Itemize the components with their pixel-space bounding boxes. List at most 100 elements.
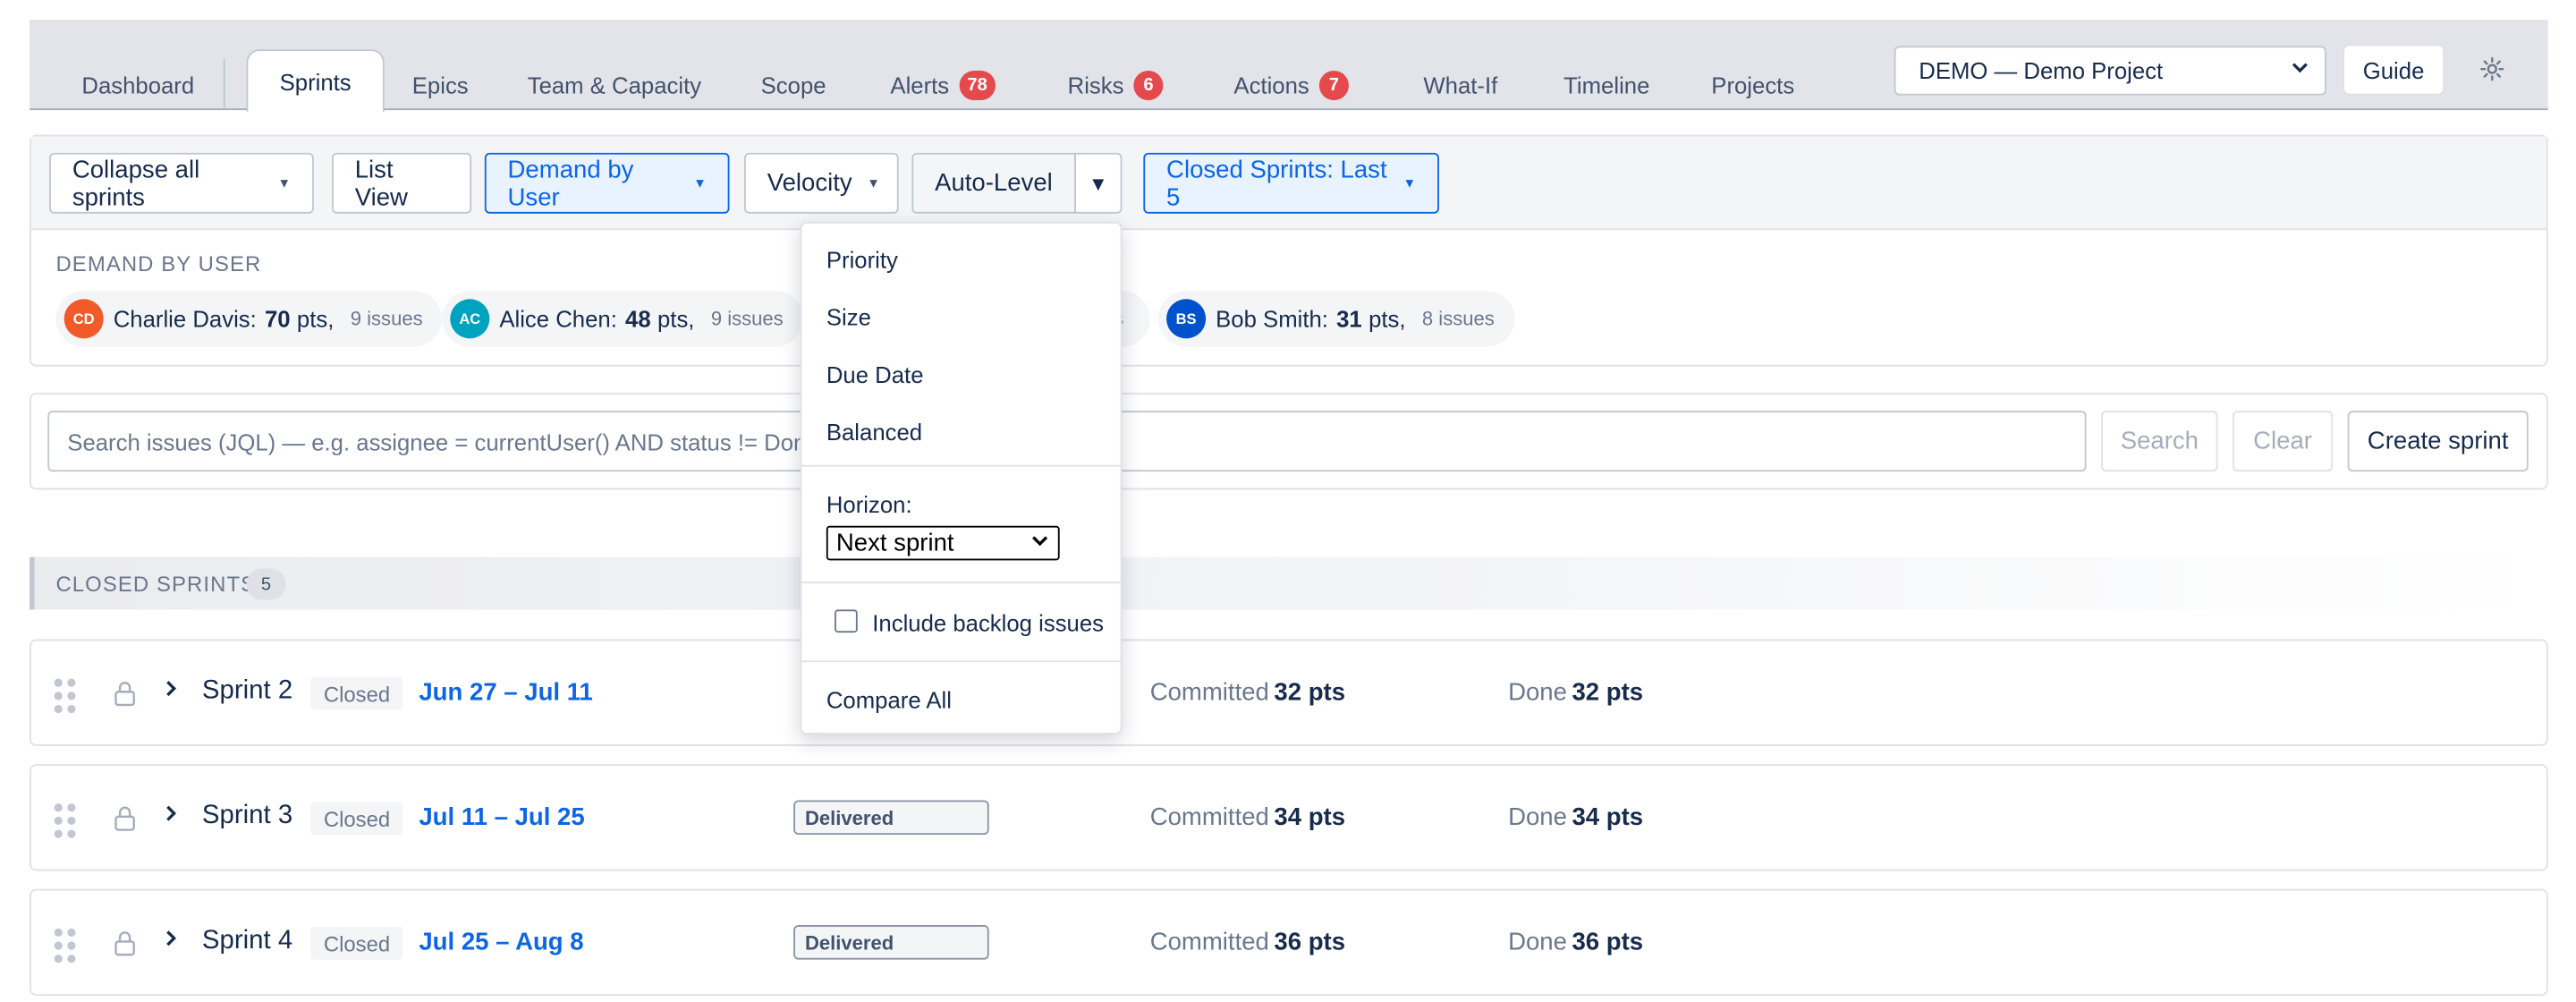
avatar: BS — [1166, 299, 1207, 339]
issue-count: 8 issues — [1421, 307, 1495, 331]
sprint-row[interactable]: Sprint 4 Closed Jul 25 – Aug 8 Delivered… — [30, 888, 2548, 997]
gear-icon[interactable] — [2474, 51, 2510, 87]
drag-handle-icon[interactable] — [54, 803, 76, 838]
tab-projects[interactable]: Projects — [1700, 63, 1806, 108]
metric-value: 34 pts — [1572, 803, 1644, 832]
done-metric: Done 32 pts — [1508, 679, 1643, 707]
caret-down-icon: ▼ — [1088, 171, 1108, 195]
tab-label: Team & Capacity — [527, 72, 702, 99]
user-points: 48 — [625, 305, 651, 333]
closed-sprints-header — [30, 556, 2548, 610]
user-name: Bob Smith: — [1216, 305, 1328, 333]
issue-count: 9 issues — [710, 307, 784, 331]
expand-chevron-icon[interactable] — [163, 677, 179, 705]
project-select-value: DEMO — Demo Project — [1919, 57, 2164, 84]
create-sprint-button[interactable]: Create sprint — [2347, 411, 2529, 472]
sprint-name[interactable]: Sprint 3 — [202, 802, 292, 831]
tab-alerts[interactable]: Alerts 78 — [876, 63, 1011, 108]
metric-value: 36 pts — [1572, 928, 1644, 956]
done-metric: Done 34 pts — [1508, 803, 1643, 831]
tab-divider — [223, 59, 225, 109]
horizon-label: Horizon: — [826, 491, 912, 518]
caret-down-icon: ▼ — [1402, 175, 1417, 191]
closed-sprints-count: 5 — [246, 568, 286, 600]
menu-item-balanced[interactable]: Balanced — [826, 419, 922, 445]
metric-value: 32 pts — [1274, 678, 1346, 707]
avatar: CD — [64, 299, 104, 339]
metric-value: 34 pts — [1274, 803, 1346, 832]
sprint-name[interactable]: Sprint 4 — [202, 927, 292, 956]
user-demand-chip: BS Bob Smith: 31 pts, 8 issues — [1157, 291, 1514, 347]
tab-sprints[interactable]: Sprints — [246, 49, 385, 112]
demand-by-user-button[interactable]: Demand by User ▼ — [484, 152, 730, 214]
tab-what-if[interactable]: What-If — [1406, 63, 1514, 108]
menu-divider — [801, 464, 1121, 467]
tab-label: Timeline — [1563, 72, 1650, 99]
list-view-button[interactable]: List View — [332, 152, 472, 214]
button-label: List View — [354, 155, 408, 212]
tab-actions[interactable]: Actions 7 — [1219, 63, 1364, 108]
auto-level-button[interactable]: Auto-Level — [911, 152, 1077, 214]
auto-level-dropdown-menu — [800, 221, 1123, 735]
tab-label: Scope — [760, 72, 826, 99]
tab-label: Epics — [411, 72, 469, 99]
chevron-down-icon — [2290, 57, 2309, 82]
horizon-select-value: Next sprint — [835, 529, 954, 557]
committed-metric: Committed 36 pts — [1150, 929, 1345, 956]
tab-label: Alerts — [890, 72, 950, 99]
tab-label: Actions — [1233, 72, 1309, 99]
drag-handle-icon[interactable] — [54, 928, 76, 964]
tab-label: Projects — [1711, 72, 1795, 99]
tab-label: Dashboard — [81, 72, 195, 99]
committed-metric: Committed 32 pts — [1150, 679, 1345, 707]
tab-label: Sprints — [279, 68, 352, 95]
demand-section-title: DEMAND BY USER — [55, 251, 262, 276]
issue-count: 9 issues — [350, 307, 423, 331]
horizon-select[interactable]: Next sprint — [826, 525, 1060, 561]
sprint-row[interactable]: Sprint 3 Closed Jul 11 – Jul 25 Delivere… — [30, 764, 2548, 871]
tab-timeline[interactable]: Timeline — [1551, 63, 1663, 108]
menu-item-priority[interactable]: Priority — [826, 247, 898, 273]
tab-dashboard[interactable]: Dashboard — [59, 63, 216, 108]
committed-metric: Committed 34 pts — [1150, 803, 1345, 831]
clear-button[interactable]: Clear — [2233, 411, 2334, 472]
tab-team-capacity[interactable]: Team & Capacity — [513, 63, 716, 108]
include-backlog-label[interactable]: Include backlog issues — [872, 609, 1104, 635]
expand-chevron-icon[interactable] — [163, 802, 179, 829]
search-button[interactable]: Search — [2101, 411, 2218, 472]
metric-label: Committed — [1149, 678, 1269, 707]
metric-value: 32 pts — [1572, 678, 1644, 707]
include-backlog-checkbox[interactable] — [835, 609, 858, 633]
menu-item-due-date[interactable]: Due Date — [826, 361, 924, 387]
tab-epics[interactable]: Epics — [399, 63, 481, 108]
done-metric: Done 36 pts — [1508, 929, 1643, 956]
collapse-all-sprints-button[interactable]: Collapse all sprints ▼ — [49, 152, 314, 214]
expand-chevron-icon[interactable] — [163, 927, 179, 955]
sprint-status-label: Closed — [310, 802, 403, 836]
risks-count-badge: 6 — [1133, 70, 1164, 101]
caret-down-icon: ▼ — [693, 175, 707, 191]
closed-sprints-filter-button[interactable]: Closed Sprints: Last 5 ▼ — [1143, 152, 1439, 214]
user-name: Alice Chen: — [499, 305, 617, 333]
velocity-button[interactable]: Velocity ▼ — [744, 152, 899, 214]
menu-item-compare-all[interactable]: Compare All — [826, 687, 952, 713]
auto-level-menu-toggle[interactable]: ▼ — [1074, 152, 1123, 214]
user-points: 70 — [264, 305, 291, 333]
button-label: Closed Sprints: Last 5 — [1166, 155, 1387, 212]
closed-sprints-title: CLOSED SPRINTS — [55, 572, 257, 597]
alerts-count-badge: 78 — [959, 70, 996, 101]
tab-scope[interactable]: Scope — [748, 63, 840, 108]
menu-item-size[interactable]: Size — [826, 304, 871, 330]
guide-button[interactable]: Guide — [2343, 44, 2445, 96]
tab-risks[interactable]: Risks 6 — [1056, 63, 1174, 108]
user-points: 31 — [1336, 305, 1362, 333]
sprint-row[interactable]: Sprint 2 Closed Jun 27 – Jul 11 Committe… — [30, 639, 2548, 746]
project-select[interactable]: DEMO — Demo Project — [1894, 46, 2326, 96]
button-label: Velocity — [767, 169, 852, 198]
points-unit: pts, — [296, 305, 335, 333]
tab-label: Risks — [1067, 72, 1124, 99]
sprint-dates: Jun 27 – Jul 11 — [419, 678, 593, 707]
drag-handle-icon[interactable] — [54, 678, 76, 714]
sprint-name[interactable]: Sprint 2 — [202, 677, 292, 707]
metric-label: Done — [1508, 928, 1567, 956]
